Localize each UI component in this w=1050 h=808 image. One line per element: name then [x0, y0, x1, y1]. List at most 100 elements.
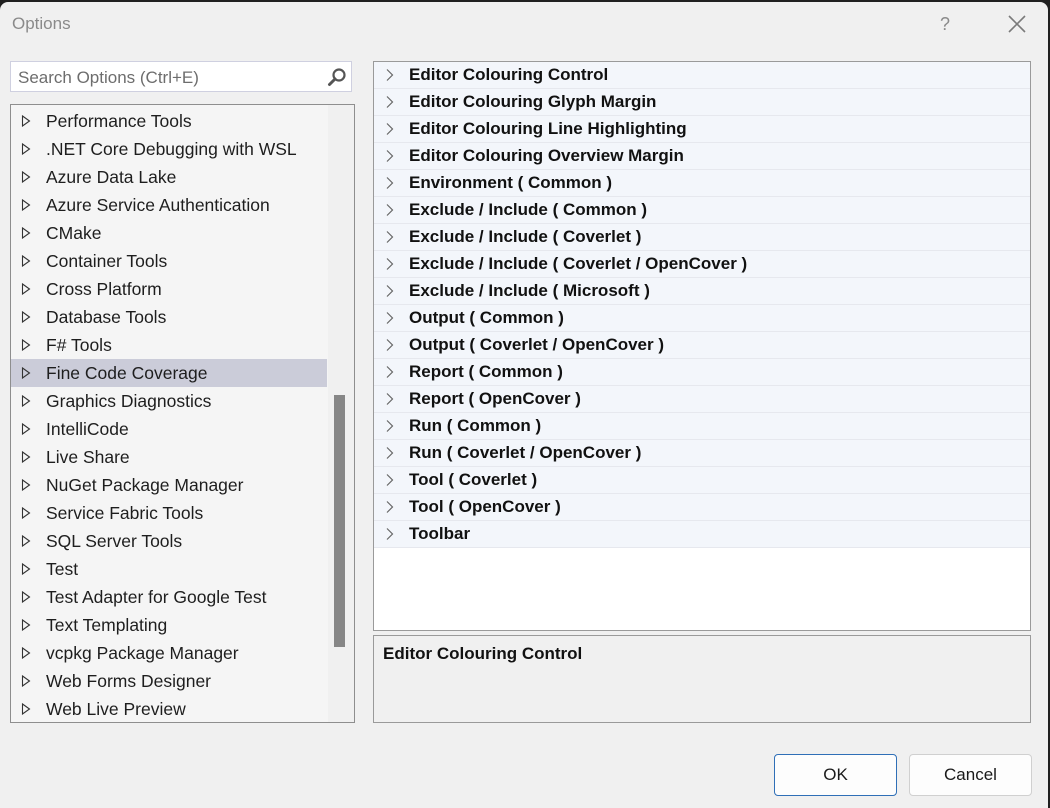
tree-item[interactable]: Azure Data Lake	[11, 163, 327, 191]
chevron-right-icon[interactable]	[385, 122, 395, 136]
tree-item[interactable]: Graphics Diagnostics	[11, 387, 327, 415]
tree-item[interactable]: .NET Core Debugging with WSL	[11, 135, 327, 163]
expand-triangle-icon[interactable]	[21, 367, 31, 379]
chevron-right-icon[interactable]	[385, 257, 395, 271]
close-button[interactable]	[1006, 13, 1028, 35]
expand-triangle-icon[interactable]	[21, 143, 31, 155]
search-icon[interactable]	[327, 67, 347, 87]
tree-item-label: Test Adapter for Google Test	[46, 586, 267, 607]
tree-item-label: Azure Service Authentication	[46, 194, 270, 215]
expand-triangle-icon[interactable]	[21, 451, 31, 463]
expand-triangle-icon[interactable]	[21, 311, 31, 323]
property-category-row[interactable]: Exclude / Include ( Microsoft )	[374, 278, 1030, 305]
expand-triangle-icon[interactable]	[21, 647, 31, 659]
chevron-right-icon[interactable]	[385, 392, 395, 406]
tree-item[interactable]: Test Adapter for Google Test	[11, 583, 327, 611]
property-categories: Editor Colouring Control Editor Colouring…	[374, 62, 1030, 548]
property-category-row[interactable]: Run ( Common )	[374, 413, 1030, 440]
tree-item[interactable]: Text Templating	[11, 611, 327, 639]
chevron-right-icon[interactable]	[385, 473, 395, 487]
chevron-right-icon[interactable]	[385, 284, 395, 298]
expand-triangle-icon[interactable]	[21, 227, 31, 239]
help-button[interactable]: ?	[940, 14, 950, 35]
expand-triangle-icon[interactable]	[21, 339, 31, 351]
tree-item[interactable]: Test	[11, 555, 327, 583]
property-category-row[interactable]: Output ( Common )	[374, 305, 1030, 332]
tree-item[interactable]: vcpkg Package Manager	[11, 639, 327, 667]
property-category-row[interactable]: Environment ( Common )	[374, 170, 1030, 197]
property-category-row[interactable]: Exclude / Include ( Coverlet / OpenCover…	[374, 251, 1030, 278]
chevron-right-icon[interactable]	[385, 446, 395, 460]
expand-triangle-icon[interactable]	[21, 423, 31, 435]
tree-scrollbar-thumb[interactable]	[334, 395, 345, 647]
expand-triangle-icon[interactable]	[21, 535, 31, 547]
tree-item[interactable]: Fine Code Coverage	[11, 359, 327, 387]
property-category-row[interactable]: Run ( Coverlet / OpenCover )	[374, 440, 1030, 467]
tree-item[interactable]: Live Share	[11, 443, 327, 471]
chevron-right-icon[interactable]	[385, 230, 395, 244]
tree-item[interactable]: Container Tools	[11, 247, 327, 275]
expand-triangle-icon[interactable]	[21, 563, 31, 575]
property-category-row[interactable]: Output ( Coverlet / OpenCover )	[374, 332, 1030, 359]
expand-triangle-icon[interactable]	[21, 199, 31, 211]
tree-item[interactable]: Cross Platform	[11, 275, 327, 303]
property-category-row[interactable]: Report ( OpenCover )	[374, 386, 1030, 413]
tree-item[interactable]: Azure Service Authentication	[11, 191, 327, 219]
property-category-row[interactable]: Editor Colouring Overview Margin	[374, 143, 1030, 170]
expand-triangle-icon[interactable]	[21, 675, 31, 687]
expand-triangle-icon[interactable]	[21, 479, 31, 491]
expand-triangle-icon[interactable]	[21, 619, 31, 631]
tree-item-label: Azure Data Lake	[46, 166, 177, 187]
chevron-right-icon[interactable]	[385, 500, 395, 514]
expand-triangle-icon[interactable]	[21, 591, 31, 603]
chevron-right-icon[interactable]	[385, 527, 395, 541]
chevron-right-icon[interactable]	[385, 311, 395, 325]
property-category-row[interactable]: Exclude / Include ( Common )	[374, 197, 1030, 224]
property-category-label: Editor Colouring Line Highlighting	[409, 119, 687, 138]
property-category-label: Exclude / Include ( Microsoft )	[409, 281, 650, 300]
property-category-row[interactable]: Editor Colouring Control	[374, 62, 1030, 89]
property-category-row[interactable]: Tool ( Coverlet )	[374, 467, 1030, 494]
tree-item-label: vcpkg Package Manager	[46, 642, 239, 663]
tree-item[interactable]: SQL Server Tools	[11, 527, 327, 555]
tree-item[interactable]: NuGet Package Manager	[11, 471, 327, 499]
ok-button[interactable]: OK	[774, 754, 897, 796]
property-category-label: Editor Colouring Overview Margin	[409, 146, 684, 165]
expand-triangle-icon[interactable]	[21, 703, 31, 715]
expand-triangle-icon[interactable]	[21, 171, 31, 183]
property-category-row[interactable]: Report ( Common )	[374, 359, 1030, 386]
tree-item[interactable]: Database Tools	[11, 303, 327, 331]
property-category-row[interactable]: Exclude / Include ( Coverlet )	[374, 224, 1030, 251]
expand-triangle-icon[interactable]	[21, 507, 31, 519]
tree-item[interactable]: F# Tools	[11, 331, 327, 359]
tree-item-label: Graphics Diagnostics	[46, 390, 212, 411]
chevron-right-icon[interactable]	[385, 419, 395, 433]
tree-item-label: CMake	[46, 222, 102, 243]
property-category-row[interactable]: Editor Colouring Line Highlighting	[374, 116, 1030, 143]
tree-item[interactable]: Web Live Preview	[11, 695, 327, 722]
cancel-button[interactable]: Cancel	[909, 754, 1032, 796]
tree-item[interactable]: Web Forms Designer	[11, 667, 327, 695]
property-category-row[interactable]: Editor Colouring Glyph Margin	[374, 89, 1030, 116]
tree-item-label: Fine Code Coverage	[46, 362, 208, 383]
expand-triangle-icon[interactable]	[21, 115, 31, 127]
search-options-input[interactable]: Search Options (Ctrl+E)	[10, 61, 352, 92]
property-category-row[interactable]: Tool ( OpenCover )	[374, 494, 1030, 521]
chevron-right-icon[interactable]	[385, 203, 395, 217]
property-category-label: Output ( Common )	[409, 308, 564, 327]
chevron-right-icon[interactable]	[385, 95, 395, 109]
tree-item[interactable]: CMake	[11, 219, 327, 247]
chevron-right-icon[interactable]	[385, 338, 395, 352]
tree-scrollbar[interactable]	[328, 105, 354, 722]
expand-triangle-icon[interactable]	[21, 255, 31, 267]
chevron-right-icon[interactable]	[385, 365, 395, 379]
expand-triangle-icon[interactable]	[21, 283, 31, 295]
property-category-row[interactable]: Toolbar	[374, 521, 1030, 548]
tree-item[interactable]: Service Fabric Tools	[11, 499, 327, 527]
tree-item[interactable]: IntelliCode	[11, 415, 327, 443]
chevron-right-icon[interactable]	[385, 68, 395, 82]
tree-item[interactable]: Performance Tools	[11, 107, 327, 135]
expand-triangle-icon[interactable]	[21, 395, 31, 407]
chevron-right-icon[interactable]	[385, 149, 395, 163]
chevron-right-icon[interactable]	[385, 176, 395, 190]
